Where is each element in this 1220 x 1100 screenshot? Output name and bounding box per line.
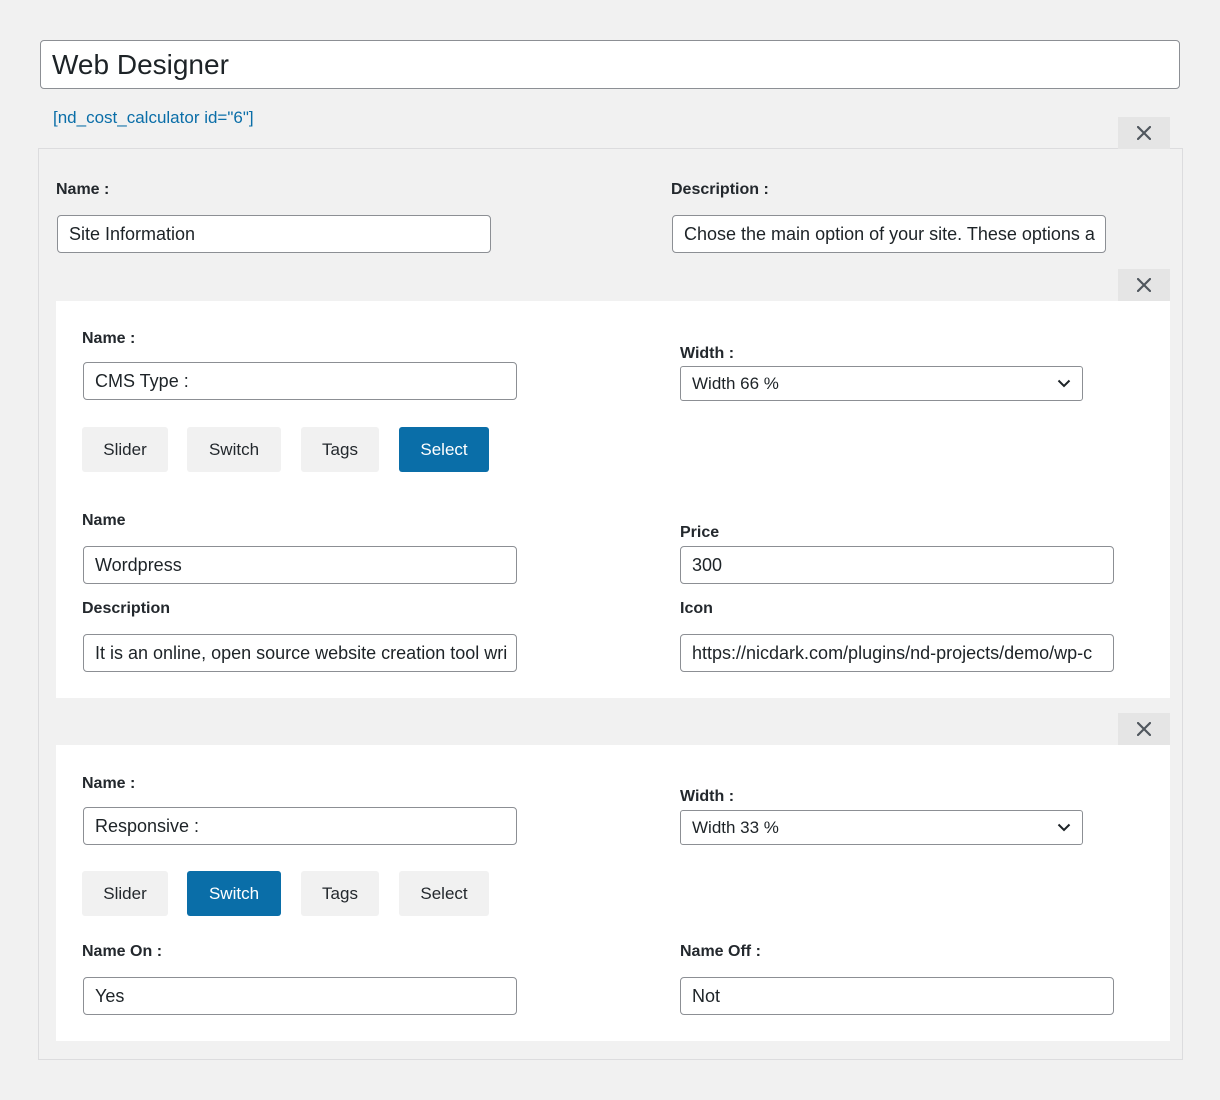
remove-section-button[interactable]	[1118, 117, 1170, 149]
item-name-label: Name	[82, 512, 126, 529]
option-name-label: Name :	[82, 775, 136, 792]
close-icon	[1137, 126, 1151, 140]
item-description-label: Description	[82, 600, 171, 617]
name-on-label: Name On :	[82, 943, 163, 960]
option-width-label: Width :	[680, 345, 735, 362]
type-button-switch[interactable]: Switch	[187, 427, 281, 472]
type-button-tags[interactable]: Tags	[301, 871, 379, 916]
item-icon-label: Icon	[680, 600, 713, 617]
close-icon	[1137, 278, 1151, 292]
section-description-input[interactable]: Chose the main option of your site. Thes…	[672, 215, 1106, 253]
item-price-label: Price	[680, 524, 720, 541]
name-off-input[interactable]: Not	[680, 977, 1114, 1015]
chevron-down-icon	[1057, 823, 1071, 832]
type-button-slider[interactable]: Slider	[82, 871, 168, 916]
remove-option-button[interactable]	[1118, 269, 1170, 301]
item-name-input[interactable]: Wordpress	[83, 546, 517, 584]
option-name-input[interactable]: CMS Type :	[83, 362, 517, 400]
close-icon	[1137, 722, 1151, 736]
type-button-select[interactable]: Select	[399, 871, 489, 916]
section-name-label: Name :	[56, 181, 110, 198]
option-width-select[interactable]: Width 66 %	[680, 366, 1083, 401]
option-name-label: Name :	[82, 330, 136, 347]
calculator-title-input[interactable]: Web Designer	[40, 40, 1180, 89]
type-button-select[interactable]: Select	[399, 427, 489, 472]
chevron-down-icon	[1057, 379, 1071, 388]
type-button-switch[interactable]: Switch	[187, 871, 281, 916]
item-icon-input[interactable]: https://nicdark.com/plugins/nd-projects/…	[680, 634, 1114, 672]
option-name-input[interactable]: Responsive :	[83, 807, 517, 845]
option-width-label: Width :	[680, 788, 735, 805]
option-width-value: Width 66 %	[692, 374, 779, 393]
item-price-input[interactable]: 300	[680, 546, 1114, 584]
type-button-slider[interactable]: Slider	[82, 427, 168, 472]
name-off-label: Name Off :	[680, 943, 761, 960]
type-button-tags[interactable]: Tags	[301, 427, 379, 472]
option-width-value: Width 33 %	[692, 818, 779, 837]
option-width-select[interactable]: Width 33 %	[680, 810, 1083, 845]
section-name-input[interactable]: Site Information	[57, 215, 491, 253]
section-description-label: Description :	[671, 181, 769, 198]
name-on-input[interactable]: Yes	[83, 977, 517, 1015]
item-description-input[interactable]: It is an online, open source website cre…	[83, 634, 517, 672]
remove-option-button[interactable]	[1118, 713, 1170, 745]
shortcode-text: [nd_cost_calculator id="6"]	[53, 108, 254, 127]
